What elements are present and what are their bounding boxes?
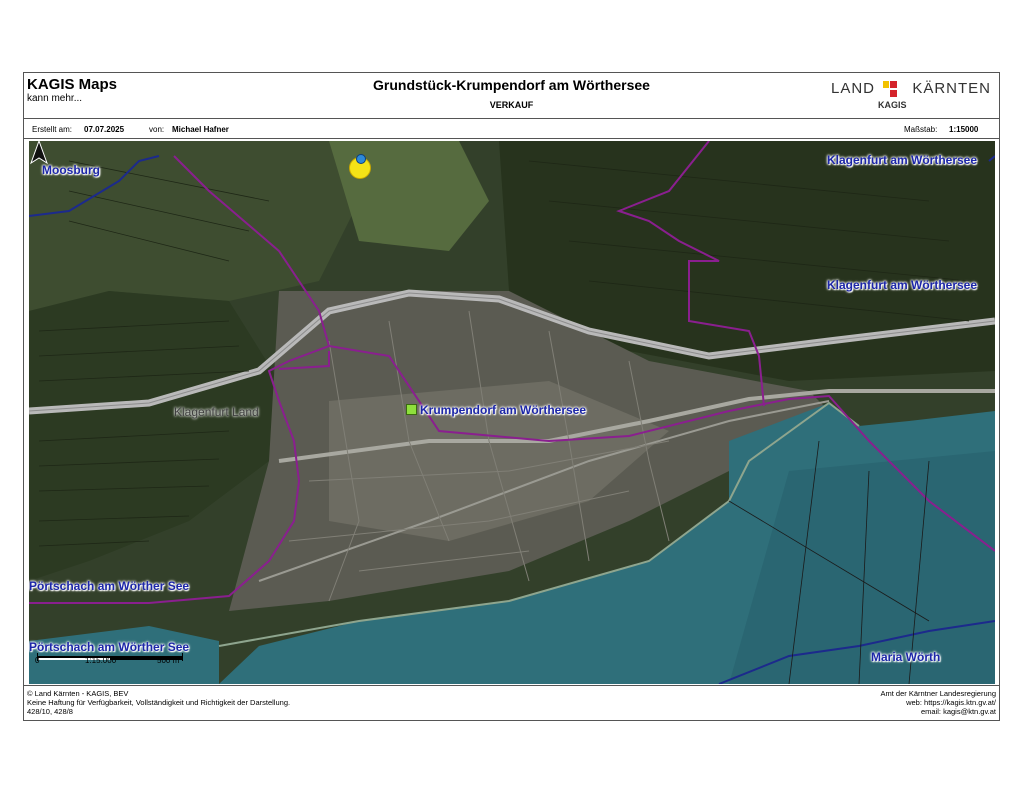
land-kaernten-logo: LAND KÄRNTEN KAGIS xyxy=(831,77,991,113)
footer: © Land Kärnten - KAGIS, BEV Keine Haftun… xyxy=(24,685,999,721)
scale-zero: 0 xyxy=(35,656,40,665)
scale-value: 1:15000 xyxy=(949,125,979,134)
authority-name: Amt der Kärntner Landesregierung xyxy=(880,689,997,698)
property-location-pin[interactable] xyxy=(349,154,371,179)
scale-distance: 500 m xyxy=(157,656,180,665)
email-text: email: kagis@ktn.gv.at xyxy=(920,707,996,716)
footer-left: © Land Kärnten - KAGIS, BEV Keine Haftun… xyxy=(27,689,290,716)
footer-right: Amt der Kärntner Landesregierung web: ht… xyxy=(881,689,997,716)
logo-subtitle: KAGIS xyxy=(878,100,907,110)
logo-text-land: LAND xyxy=(831,80,876,97)
pin-head-icon xyxy=(356,154,366,164)
satellite-map[interactable]: Moosburg Klagenfurt am Wörthersee Klagen… xyxy=(29,141,995,684)
print-frame: KAGIS Maps kann mehr... Grundstück-Krump… xyxy=(23,72,1000,721)
header: KAGIS Maps kann mehr... Grundstück-Krump… xyxy=(24,73,999,119)
scale-bar: 0 1:15.000 500 m xyxy=(35,653,185,667)
scale-label: Maßstab: xyxy=(904,125,938,134)
krumpendorf-marker[interactable] xyxy=(406,404,417,415)
logo-mark-icon xyxy=(883,81,897,97)
place-label-poertschach-1: Pörtschach am Wörther See xyxy=(29,579,190,593)
author-name: Michael Hafner xyxy=(172,125,229,134)
logo-text-kaernten: KÄRNTEN xyxy=(912,80,991,97)
website-text: web: https://kagis.ktn.gv.at/ xyxy=(906,698,996,707)
disclaimer-text: Keine Haftung für Verfügbarkeit, Vollstä… xyxy=(27,698,291,707)
place-label-klagenfurt-east: Klagenfurt am Wörthersee xyxy=(827,278,978,292)
created-label: Erstellt am: xyxy=(32,125,73,134)
created-date: 07.07.2025 xyxy=(84,125,125,134)
info-bar: Erstellt am: 07.07.2025 von: Michael Haf… xyxy=(24,119,999,139)
copyright-text: © Land Kärnten - KAGIS, BEV xyxy=(27,689,129,698)
scale-ratio: 1:15.000 xyxy=(85,656,117,665)
place-label-maria-woerth: Maria Wörth xyxy=(871,650,941,664)
author-label: von: xyxy=(149,125,165,134)
parcel-numbers: 428/10, 428/8 xyxy=(27,707,73,716)
place-label-krumpendorf: Krumpendorf am Wörthersee xyxy=(420,403,587,417)
north-arrow-icon xyxy=(30,141,48,165)
place-label-poertschach-2: Pörtschach am Wörther See xyxy=(29,640,190,654)
place-label-klagenfurt-north: Klagenfurt am Wörthersee xyxy=(827,153,978,167)
place-label-moosburg: Moosburg xyxy=(42,163,100,177)
place-label-klagenfurt-land: Klagenfurt Land xyxy=(174,405,259,419)
